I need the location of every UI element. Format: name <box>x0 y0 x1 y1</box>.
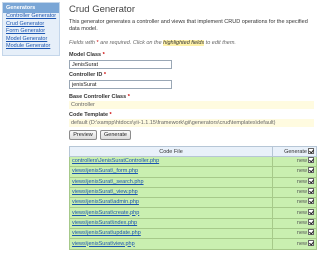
sidebar-header: Generators <box>3 3 59 13</box>
base-controller-class-label-text: Base Controller Class <box>69 94 127 100</box>
generate-cell: new <box>272 207 317 219</box>
form-note: Fields with * are required. Click on the… <box>69 40 236 46</box>
model-class-label: Model Class * <box>69 52 105 58</box>
base-controller-class-required: * <box>127 94 130 100</box>
note-prefix: Fields with <box>69 40 97 46</box>
file-status: new <box>296 168 307 175</box>
file-status: new <box>296 219 307 226</box>
file-link[interactable]: views\jenisSurat\_search.php <box>72 179 144 185</box>
file-cell: views\jenisSurat\update.php <box>69 228 273 240</box>
table-row: views\jenisSurat\view.php new <box>69 238 317 250</box>
file-link[interactable]: views\jenisSurat\_view.php <box>72 189 138 195</box>
page-title: Crud Generator <box>69 4 136 15</box>
code-file-header: Code File <box>69 146 273 157</box>
file-link[interactable]: controllers\JenisSuratController.php <box>72 158 159 164</box>
table-row: views\jenisSurat\index.php new <box>69 217 317 230</box>
table-row: views\jenisSurat\admin.php new <box>69 197 317 209</box>
page-description: This generator generates a controller an… <box>69 19 308 32</box>
code-template-required: * <box>109 112 112 118</box>
generate-cell: new <box>272 176 317 188</box>
file-cell: views\jenisSurat\index.php <box>69 217 273 230</box>
file-cell: views\jenisSurat\_view.php <box>69 186 273 199</box>
sidebar-item-module-generator[interactable]: Module Generator <box>3 43 59 51</box>
generate-button[interactable]: Generate <box>100 130 131 140</box>
model-class-label-text: Model Class <box>69 52 102 58</box>
generate-cell: new <box>272 166 317 178</box>
generate-cell: new <box>272 155 317 168</box>
file-link[interactable]: views\jenisSurat\_form.php <box>72 168 138 174</box>
code-file-table: Code File Generate controllers\JenisSura… <box>69 146 317 250</box>
code-template-field[interactable]: default (D:\xampp\htdocs\yii-1.1.15\fram… <box>69 119 314 127</box>
sidebar-item-controller-generator[interactable]: Controller Generator <box>3 13 59 21</box>
file-link[interactable]: views\jenisSurat\index.php <box>72 220 137 226</box>
controller-id-label: Controller ID * <box>69 72 106 78</box>
file-status: new <box>296 189 307 196</box>
file-status: new <box>296 230 307 237</box>
generate-checkbox[interactable] <box>308 188 314 195</box>
controller-id-required: * <box>103 72 106 78</box>
sidebar-item-model-generator[interactable]: Model Generator <box>3 36 59 44</box>
file-cell: controllers\JenisSuratController.php <box>69 155 273 168</box>
table-row: views\jenisSurat\create.php new <box>69 207 317 219</box>
base-controller-class-field[interactable]: Controller <box>69 101 314 109</box>
file-status: new <box>296 240 307 247</box>
generate-cell: new <box>272 186 317 199</box>
sidebar-item-form-generator[interactable]: Form Generator <box>3 28 59 36</box>
generate-header-label: Generate <box>284 149 307 155</box>
generate-header: Generate <box>272 146 317 157</box>
file-link[interactable]: views\jenisSurat\view.php <box>72 241 135 247</box>
table-row: views\jenisSurat\update.php new <box>69 228 317 240</box>
generate-checkbox[interactable] <box>308 218 314 225</box>
select-all-checkbox[interactable] <box>308 148 314 154</box>
file-cell: views\jenisSurat\_form.php <box>69 166 273 178</box>
note-middle: are required. Click on the <box>98 40 164 46</box>
code-template-label: Code Template * <box>69 112 112 118</box>
sidebar-item-crud-generator[interactable]: Crud Generator <box>3 21 59 29</box>
controller-id-label-text: Controller ID <box>69 72 103 78</box>
file-status: new <box>296 178 307 185</box>
file-link[interactable]: views\jenisSurat\admin.php <box>72 199 139 205</box>
table-row: views\jenisSurat\_search.php new <box>69 176 317 188</box>
sidebar: Generators Controller Generator Crud Gen… <box>2 2 60 56</box>
file-cell: views\jenisSurat\view.php <box>69 238 273 250</box>
file-status: new <box>296 209 307 216</box>
code-template-label-text: Code Template <box>69 112 109 118</box>
generate-checkbox[interactable] <box>308 177 314 184</box>
model-class-required: * <box>102 52 105 58</box>
table-row: views\jenisSurat\_view.php new <box>69 186 317 199</box>
file-cell: views\jenisSurat\admin.php <box>69 197 273 209</box>
table-row: controllers\JenisSuratController.php new <box>69 155 317 168</box>
generate-checkbox[interactable] <box>308 208 314 215</box>
table-row: views\jenisSurat\_form.php new <box>69 166 317 178</box>
generate-cell: new <box>272 197 317 209</box>
main-content: Crud Generator This generator generates … <box>68 0 320 256</box>
base-controller-class-label: Base Controller Class * <box>69 94 130 100</box>
table-header-row: Code File Generate <box>69 146 317 157</box>
file-link[interactable]: views\jenisSurat\create.php <box>72 210 139 216</box>
note-highlight: highlighted fields <box>163 40 205 46</box>
preview-button[interactable]: Preview <box>69 130 97 140</box>
generate-checkbox[interactable] <box>308 167 314 174</box>
generate-cell: new <box>272 217 317 230</box>
generate-cell: new <box>272 238 317 250</box>
controller-id-input[interactable] <box>69 80 172 89</box>
file-link[interactable]: views\jenisSurat\update.php <box>72 230 141 236</box>
generate-checkbox[interactable] <box>308 229 314 236</box>
generate-checkbox[interactable] <box>308 239 314 246</box>
file-status: new <box>296 199 307 206</box>
file-cell: views\jenisSurat\_search.php <box>69 176 273 188</box>
generate-checkbox[interactable] <box>308 157 314 164</box>
file-cell: views\jenisSurat\create.php <box>69 207 273 219</box>
file-status: new <box>296 158 307 165</box>
generate-cell: new <box>272 228 317 240</box>
model-class-input[interactable] <box>69 60 172 69</box>
generate-checkbox[interactable] <box>308 198 314 205</box>
note-suffix: to edit them. <box>204 40 236 46</box>
